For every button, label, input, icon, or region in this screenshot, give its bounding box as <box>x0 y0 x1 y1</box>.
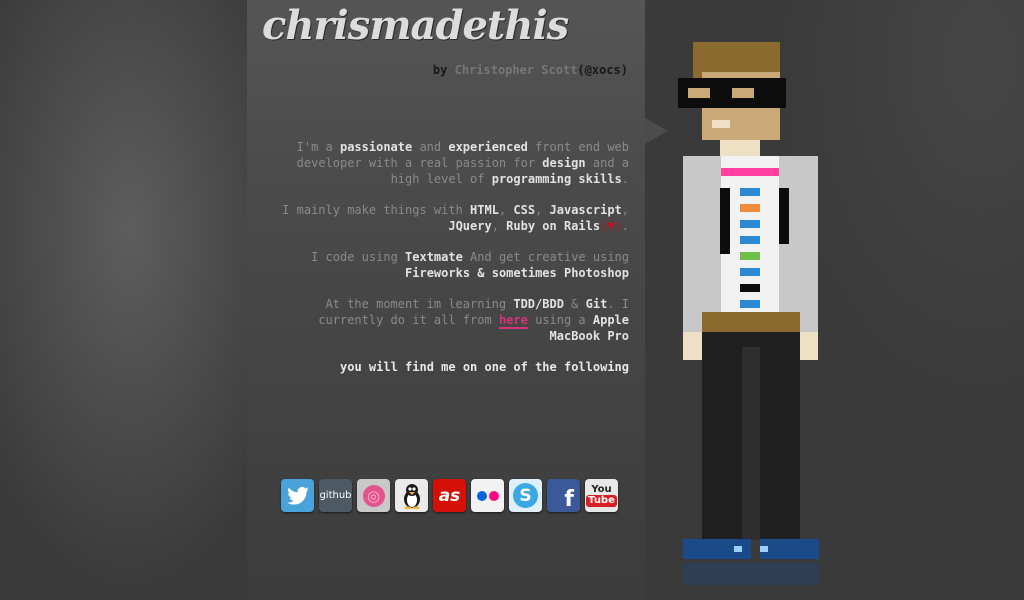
social-links: github ◎ as S f You Tube <box>281 479 618 512</box>
dribbble-ball: ◎ <box>362 484 385 507</box>
avatar-belt <box>702 312 800 332</box>
byline: by Christopher Scott(@xocs) <box>433 63 628 77</box>
skype-icon[interactable]: S <box>509 479 542 512</box>
heart-icon: (♥) <box>600 219 622 233</box>
follow-text: you will find me on one of the following <box>340 360 629 374</box>
bio: I'm a passionate and experienced front e… <box>262 139 629 390</box>
avatar-glasses-lens-left <box>688 88 710 98</box>
author-name-link[interactable]: Christopher Scott <box>455 63 578 77</box>
flickr-pink-dot <box>488 490 499 501</box>
avatar-collar-stripe <box>721 168 779 176</box>
flickr-icon[interactable] <box>471 479 504 512</box>
twitter-icon[interactable] <box>281 479 314 512</box>
avatar-drawstring-right <box>779 188 789 244</box>
skype-circle: S <box>513 483 538 508</box>
avatar-hand-left <box>683 332 703 360</box>
avatar-shoe-lace-left <box>734 546 742 552</box>
bio-learning: At the moment im learning TDD/BDD & Git.… <box>318 297 629 343</box>
avatar-reflection <box>683 563 819 585</box>
avatar-neck <box>720 140 760 156</box>
avatar-shirt-stripe-8 <box>740 300 760 308</box>
speech-pointer <box>645 118 668 144</box>
dribbble-icon[interactable]: ◎ <box>357 479 390 512</box>
avatar-shirt-stripe-6 <box>740 268 760 276</box>
facebook-icon[interactable]: f <box>547 479 580 512</box>
flickr-blue-dot <box>476 490 487 501</box>
avatar-shirt-stripe-2 <box>740 204 760 212</box>
avatar-glasses-lens-right <box>732 88 754 98</box>
lastfm-icon[interactable]: as <box>433 479 466 512</box>
pixel-avatar <box>676 42 826 600</box>
github-icon[interactable]: github <box>319 479 352 512</box>
here-link[interactable]: here <box>498 313 528 329</box>
avatar-drawstring-left <box>720 188 730 254</box>
youtube-icon[interactable]: You Tube <box>585 479 618 512</box>
avatar-shirt-stripe-3 <box>740 220 760 228</box>
avatar-mouth <box>712 120 730 128</box>
avatar-shoe-lace-right <box>760 546 768 552</box>
avatar-shirt-stripe-5 <box>740 252 760 260</box>
tux-icon[interactable] <box>395 479 428 512</box>
avatar-shoe-right <box>760 539 819 559</box>
bio-intro: I'm a passionate and experienced front e… <box>296 140 629 186</box>
avatar-shirt-stripe-7 <box>740 284 760 292</box>
twitter-handle-link[interactable]: (@xocs) <box>577 63 628 77</box>
avatar-trouser-gap <box>742 347 760 540</box>
avatar-shirt-stripe-4 <box>740 236 760 244</box>
avatar-shirt-stripe-1 <box>740 188 760 196</box>
bio-skills: I mainly make things with HTML, CSS, Jav… <box>282 203 629 233</box>
bio-tools: I code using Textmate And get creative u… <box>311 250 629 280</box>
avatar-hand-right <box>798 332 818 360</box>
by-label: by <box>432 63 455 77</box>
site-logo[interactable]: chrismadethis <box>262 2 569 49</box>
